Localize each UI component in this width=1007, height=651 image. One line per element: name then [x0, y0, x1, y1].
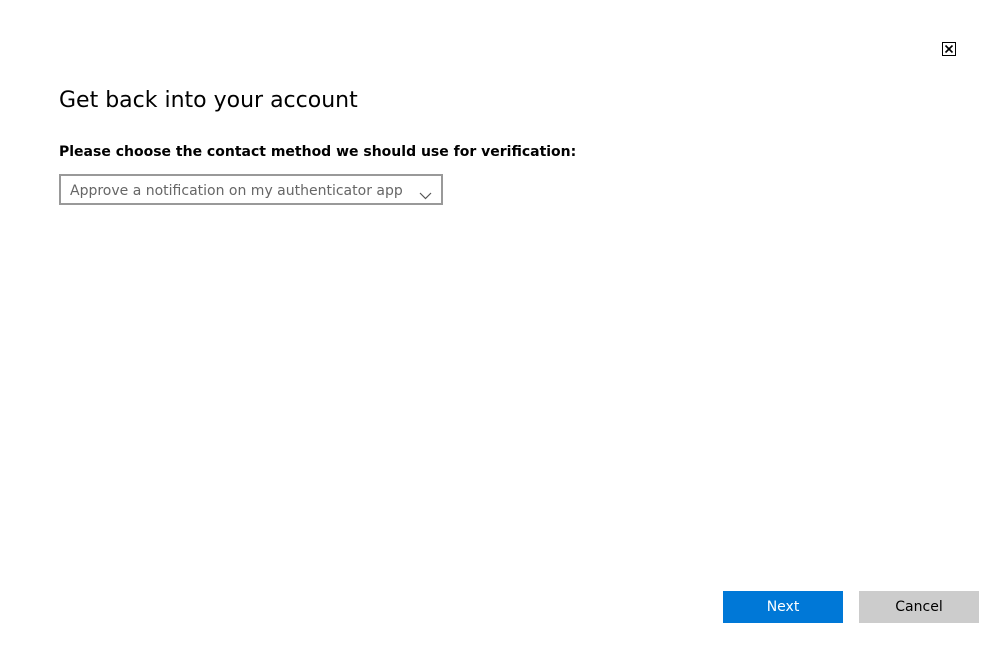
page-title: Get back into your account: [59, 88, 358, 113]
close-button[interactable]: [942, 42, 956, 56]
cancel-button[interactable]: Cancel: [859, 591, 979, 623]
contact-method-selected-value: Approve a notification on my authenticat…: [70, 183, 403, 199]
next-button[interactable]: Next: [723, 591, 843, 623]
verification-prompt: Please choose the contact method we shou…: [59, 144, 577, 160]
contact-method-select[interactable]: Approve a notification on my authenticat…: [59, 174, 443, 205]
close-icon: [944, 44, 954, 54]
chevron-down-icon: [419, 185, 432, 200]
